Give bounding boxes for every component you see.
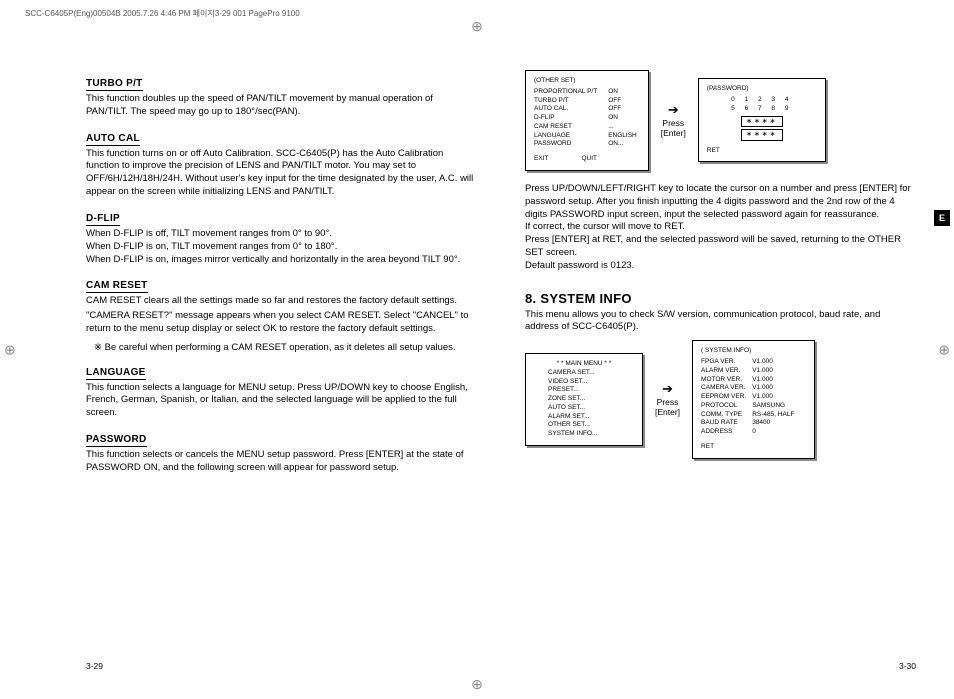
heading-camreset: CAM RESET — [86, 280, 148, 293]
osd-system-info: ( SYSTEM INFO) FPGA VER.V1.000ALARM VER.… — [692, 340, 815, 458]
osd-other-set: (OTHER SET) PROPORTIONAL P/TONTURBO P/TO… — [525, 70, 649, 171]
password-field-1: ∗∗∗∗ — [741, 116, 782, 127]
heading-turbo: TURBO P/T — [86, 78, 143, 91]
text-language: This function selects a language for MEN… — [86, 382, 475, 420]
arrow-text-1a: Press — [662, 118, 684, 128]
heading-dflip: D-FLIP — [86, 213, 120, 226]
page-number-right: 3-30 — [899, 661, 916, 671]
text-system-info: This menu allows you to check S/W versio… — [525, 309, 914, 335]
osd-exit-label: EXIT — [534, 155, 551, 164]
osd-main-menu: * * MAIN MENU * * CAMERA SET...VIDEO SET… — [525, 353, 643, 446]
arrow-press-enter-1: ➔ Press [Enter] — [661, 102, 686, 138]
osd-row-password: (OTHER SET) PROPORTIONAL P/TONTURBO P/TO… — [525, 70, 914, 171]
heading-autocal: AUTO CAL — [86, 133, 140, 146]
text-password: This function selects or cancels the MEN… — [86, 449, 475, 475]
page-header: SCC-C6405P(Eng)00504B 2005.7.26 4:46 PM … — [25, 8, 300, 19]
crop-mark-top: ⊕ — [471, 18, 483, 35]
right-column: E (OTHER SET) PROPORTIONAL P/TONTURBO P/… — [525, 70, 924, 481]
osd-password-title: (PASSWORD) — [707, 85, 817, 94]
text-camreset-2: "CAMERA RESET?" message appears when you… — [86, 310, 475, 336]
text-dflip-3: When D-FLIP is on, images mirror vertica… — [86, 254, 475, 267]
osd-row-sysinfo: * * MAIN MENU * * CAMERA SET...VIDEO SET… — [525, 340, 914, 458]
crop-mark-right: ⊕ — [938, 341, 950, 358]
side-tab: E — [934, 210, 950, 226]
osd-password: (PASSWORD) 0 1 2 3 4 5 6 7 8 9 ∗∗∗∗ ∗∗∗∗… — [698, 78, 826, 162]
numpad-row-2: 5 6 7 8 9 — [707, 105, 817, 114]
osd-sysinfo-title: ( SYSTEM INFO) — [701, 347, 806, 356]
text-camreset-1: CAM RESET clears all the settings made s… — [86, 295, 475, 308]
text-dflip-1: When D-FLIP is off, TILT movement ranges… — [86, 228, 475, 241]
password-field-2: ∗∗∗∗ — [741, 129, 782, 140]
osd-other-set-title: (OTHER SET) — [534, 77, 640, 86]
crop-mark-bottom: ⊕ — [471, 676, 483, 693]
page-number-left: 3-29 — [86, 661, 103, 671]
arrow-press-enter-2: ➔ Press [Enter] — [655, 381, 680, 417]
arrow-icon: ➔ — [655, 381, 680, 397]
crop-mark-left: ⊕ — [4, 341, 16, 358]
osd-sysinfo-table: FPGA VER.V1.000ALARM VER.V1.000MOTOR VER… — [701, 358, 797, 437]
pw-instruction-2: If correct, the cursor will move to RET. — [525, 221, 914, 234]
text-autocal: This function turns on or off Auto Calib… — [86, 148, 475, 199]
osd-password-ret: RET — [707, 147, 817, 156]
osd-quit-label: QUIT — [551, 155, 600, 164]
osd-other-set-table: PROPORTIONAL P/TONTURBO P/TOFFAUTO CAL.O… — [534, 88, 640, 149]
heading-language: LANGUAGE — [86, 367, 146, 380]
main-menu-items: CAMERA SET...VIDEO SET...PRESET...ZONE S… — [534, 369, 634, 439]
arrow-text-1b: [Enter] — [661, 128, 686, 138]
pw-instruction-4: Default password is 0123. — [525, 260, 914, 273]
text-dflip-2: When D-FLIP is on, TILT movement ranges … — [86, 241, 475, 254]
note-camreset: ※ Be careful when performing a CAM RESET… — [94, 342, 475, 355]
text-turbo: This function doubles up the speed of PA… — [86, 93, 475, 119]
arrow-text-2b: [Enter] — [655, 407, 680, 417]
main-menu-title: * * MAIN MENU * * — [534, 360, 634, 369]
numpad-row-1: 0 1 2 3 4 — [707, 96, 817, 105]
heading-password: PASSWORD — [86, 434, 147, 447]
heading-system-info: 8. SYSTEM INFO — [525, 291, 914, 307]
pw-instruction-1: Press UP/DOWN/LEFT/RIGHT key to locate t… — [525, 183, 914, 221]
arrow-icon: ➔ — [661, 102, 686, 118]
osd-sysinfo-ret: RET — [701, 443, 806, 452]
arrow-text-2a: Press — [657, 397, 679, 407]
pw-instruction-3: Press [ENTER] at RET, and the selected p… — [525, 234, 914, 260]
left-column: TURBO P/T This function doubles up the s… — [30, 70, 475, 481]
